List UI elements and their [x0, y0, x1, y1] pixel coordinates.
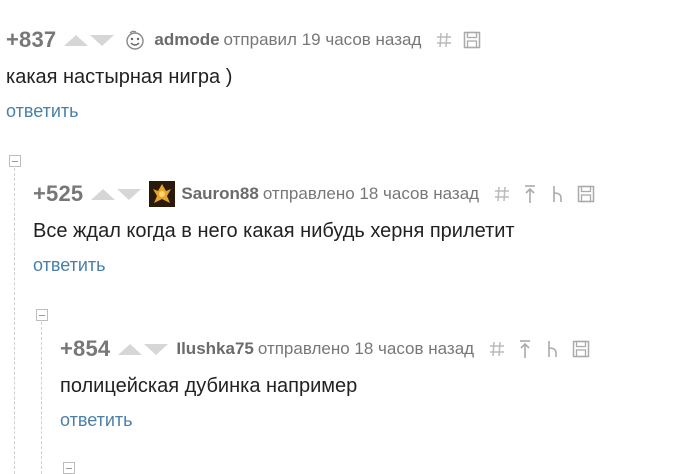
- thread-line-level1: [14, 168, 15, 474]
- downvote-icon[interactable]: [144, 343, 169, 355]
- downvote-icon[interactable]: [90, 34, 115, 46]
- hash-icon[interactable]: [435, 29, 453, 51]
- comment-rating: +854: [60, 336, 111, 361]
- comments-page: { "comments": [ { "rating": "+837", "aut…: [0, 0, 700, 474]
- downvote-icon[interactable]: [117, 188, 142, 200]
- comment-actions: [488, 338, 590, 360]
- save-icon[interactable]: [463, 29, 481, 51]
- thread-branch-icon[interactable]: [549, 183, 567, 205]
- go-to-parent-icon[interactable]: [521, 183, 539, 205]
- comment-timestamp: отправил 19 часов назад: [223, 30, 422, 49]
- user-avatar[interactable]: [149, 181, 176, 207]
- reply-link[interactable]: ответить: [60, 410, 133, 431]
- comment-header: +837 admode отправил 19 часов назад: [6, 24, 481, 56]
- comment-rating: +837: [6, 27, 57, 52]
- collapse-toggle-1[interactable]: [9, 155, 21, 167]
- smiley-face-icon: [122, 27, 148, 53]
- thread-line-level2: [41, 322, 42, 474]
- vote-controls: [64, 34, 115, 46]
- comment-actions: [493, 183, 595, 205]
- comment-3: +854 Ilushka75 отправлено 18 часов назад: [60, 333, 590, 431]
- comment-author[interactable]: Ilushka75: [176, 339, 254, 359]
- comment-rating: +525: [33, 181, 84, 206]
- comment-author[interactable]: Sauron88: [181, 184, 258, 204]
- comment-actions: [435, 29, 481, 51]
- collapse-toggle-3[interactable]: [63, 462, 75, 474]
- go-to-parent-icon[interactable]: [516, 338, 534, 360]
- comment-author[interactable]: admode: [154, 30, 219, 50]
- comment-text: Все ждал когда в него какая нибудь херня…: [33, 220, 515, 242]
- upvote-icon[interactable]: [118, 343, 143, 355]
- save-icon[interactable]: [572, 338, 590, 360]
- comment-1: +837 admode отправил 19 часов назад кака…: [6, 24, 481, 122]
- upvote-icon[interactable]: [91, 188, 116, 200]
- upvote-icon[interactable]: [64, 34, 89, 46]
- thread-branch-icon[interactable]: [544, 338, 562, 360]
- vote-controls: [118, 343, 169, 355]
- comment-header: +525 Sauron88 отправлено 18 часов назад: [33, 178, 595, 210]
- reply-link[interactable]: ответить: [33, 255, 106, 276]
- collapse-toggle-2[interactable]: [36, 309, 48, 321]
- comment-timestamp: отправлено 18 часов назад: [262, 184, 480, 203]
- hash-icon[interactable]: [493, 183, 511, 205]
- reply-link[interactable]: ответить: [6, 101, 79, 122]
- save-icon[interactable]: [577, 183, 595, 205]
- vote-controls: [91, 188, 142, 200]
- comment-timestamp: отправлено 18 часов назад: [257, 339, 475, 358]
- comment-text: полицейская дубинка например: [60, 375, 358, 397]
- hash-icon[interactable]: [488, 338, 506, 360]
- comment-text: какая настырная нигра ): [6, 66, 233, 88]
- comment-header: +854 Ilushka75 отправлено 18 часов назад: [60, 333, 590, 365]
- comment-2: +525 Sauron88 отправлено 18 часов назад: [33, 178, 595, 276]
